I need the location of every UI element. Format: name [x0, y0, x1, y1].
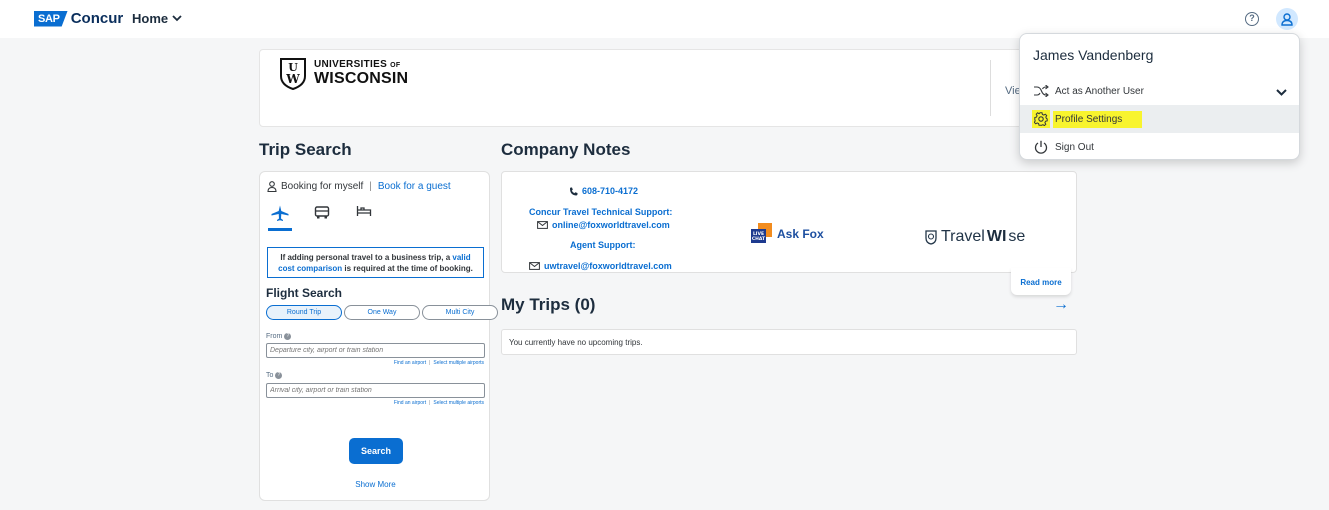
airplane-icon — [271, 205, 289, 221]
my-trips-title: My Trips (0) — [501, 295, 596, 314]
to-field-links: Find an airport | Select multiple airports — [393, 400, 484, 406]
ask-fox-chat[interactable]: LIVE CHAT Ask Fox — [751, 223, 824, 245]
uw-wordmark: UNIVERSITIES OF WISCONSIN — [314, 59, 408, 87]
menu-item-act-as-another-user[interactable]: Act as Another User — [1020, 77, 1299, 105]
tab-flight[interactable] — [268, 205, 292, 231]
support-email-uwtravel[interactable]: uwtravel@foxworldtravel.com — [544, 261, 672, 271]
email2-line: uwtravel@foxworldtravel.com — [529, 261, 672, 271]
shuffle-icon — [1032, 82, 1050, 100]
personal-travel-notice: If adding personal travel to a business … — [267, 247, 484, 278]
organization-banner: U W UNIVERSITIES OF WISCONSIN Vie — [259, 49, 1079, 127]
user-dropdown-menu: James Vandenberg Act as Another User Pro… — [1019, 33, 1300, 160]
home-menu[interactable]: Home — [132, 11, 182, 26]
travelwise-icon — [925, 230, 937, 245]
support-phone[interactable]: 608-710-4172 — [582, 186, 638, 196]
company-notes-title: Company Notes — [501, 140, 631, 159]
to-select-multiple-link[interactable]: Select multiple airports — [433, 400, 484, 406]
agent-support-label: Agent Support: — [570, 240, 636, 250]
travelwise-part2: WI — [986, 228, 1007, 245]
to-label-row: To ? — [266, 372, 283, 379]
phone-icon — [570, 187, 578, 195]
travelwise-logo[interactable]: Travel WI se — [923, 228, 1025, 246]
notice-text-1: If adding personal travel to a business … — [280, 253, 453, 262]
from-help-icon[interactable]: ? — [284, 333, 292, 340]
trip-search-card: Booking for myself | Book for a guest If… — [259, 171, 498, 501]
person-icon — [267, 181, 277, 192]
power-icon — [1032, 138, 1050, 156]
gear-icon — [1032, 110, 1050, 128]
concur-wordmark: Concur — [70, 10, 124, 27]
flight-search-title: Flight Search — [266, 286, 343, 300]
banner-divider — [990, 60, 991, 116]
sap-badge: SAP — [34, 10, 68, 27]
no-trips-message: You currently have no upcoming trips. — [509, 338, 643, 347]
booking-for-myself[interactable]: Booking for myself — [281, 181, 363, 192]
uw-line2: WISCONSIN — [314, 70, 409, 87]
tab-car[interactable] — [310, 205, 334, 231]
live-chat-icon: LIVE CHAT — [751, 223, 772, 243]
sap-concur-logo[interactable]: SAP Concur — [34, 10, 123, 27]
car-icon — [314, 206, 330, 219]
arrow-right-icon[interactable]: → — [1053, 296, 1069, 314]
chevron-down-icon — [172, 15, 182, 22]
to-find-airport-link[interactable]: Find an airport — [394, 400, 426, 406]
read-more-button[interactable]: Read more — [1011, 268, 1071, 295]
menu-item-sign-out[interactable]: Sign Out — [1020, 133, 1299, 161]
search-button[interactable]: Search — [349, 438, 403, 464]
profile-settings-label: Profile Settings — [1053, 110, 1143, 128]
multi-city-option[interactable]: Multi City — [422, 305, 498, 320]
from-label: From — [266, 333, 283, 340]
booking-options: Booking for myself | Book for a guest — [267, 181, 451, 192]
tab-hotel[interactable] — [352, 205, 376, 231]
tech-support-label: Concur Travel Technical Support: — [529, 207, 673, 217]
support-email-online[interactable]: online@foxworldtravel.com — [552, 220, 670, 230]
one-way-option[interactable]: One Way — [344, 305, 420, 320]
from-find-airport-link[interactable]: Find an airport — [394, 360, 426, 366]
travelwise-part3: se — [1008, 228, 1026, 245]
uw-line1: UNIVERSITIES — [314, 59, 388, 70]
menu-item-profile-settings[interactable]: Profile Settings — [1020, 105, 1299, 133]
trip-type-selector: Round Trip One Way Multi City — [266, 305, 498, 320]
email-icon — [537, 221, 548, 229]
uw-crest-icon: U W — [280, 58, 306, 90]
ask-fox-label: Ask Fox — [777, 227, 824, 241]
user-icon[interactable] — [1276, 8, 1298, 30]
round-trip-option[interactable]: Round Trip — [266, 305, 342, 320]
sign-out-label: Sign Out — [1055, 141, 1094, 153]
home-label: Home — [132, 11, 169, 26]
email1-line: online@foxworldtravel.com — [537, 220, 670, 230]
user-full-name: James Vandenberg — [1033, 47, 1154, 63]
act-as-another-user-label: Act as Another User — [1055, 85, 1144, 97]
email-icon — [529, 262, 540, 270]
hotel-icon — [356, 206, 372, 216]
my-trips-card: You currently have no upcoming trips. — [501, 329, 1077, 355]
live-chat-line2: CHAT — [752, 236, 766, 242]
from-input[interactable] — [266, 343, 485, 358]
chevron-down-icon[interactable] — [1276, 85, 1287, 99]
to-input[interactable] — [266, 383, 485, 398]
help-icon[interactable]: ? — [1245, 12, 1259, 26]
show-more-link[interactable]: Show More — [260, 480, 491, 489]
phone-line: 608-710-4172 — [569, 186, 638, 196]
from-label-row: From ? — [266, 333, 292, 340]
book-for-guest-link[interactable]: Book for a guest — [378, 181, 451, 192]
to-label: To — [266, 372, 274, 379]
universities-of-wisconsin-logo: U W UNIVERSITIES OF WISCONSIN — [278, 56, 408, 90]
from-field-links: Find an airport | Select multiple airports — [393, 360, 484, 366]
company-notes-card: 608-710-4172 Concur Travel Technical Sup… — [501, 171, 1077, 273]
travel-mode-tabs — [268, 205, 376, 231]
notice-link-cost-comparison[interactable]: cost comparison — [278, 264, 342, 273]
uw-line1-suffix: OF — [390, 62, 401, 69]
notice-text-2: is required at the time of booking. — [342, 264, 473, 273]
to-help-icon[interactable]: ? — [275, 372, 283, 379]
notice-link-valid[interactable]: valid — [452, 253, 470, 262]
from-select-multiple-link[interactable]: Select multiple airports — [433, 360, 484, 366]
booking-separator: | — [369, 181, 372, 192]
crest-letter-bottom: W — [285, 72, 300, 86]
travelwise-part1: Travel — [941, 228, 985, 245]
trip-search-title: Trip Search — [259, 140, 352, 159]
